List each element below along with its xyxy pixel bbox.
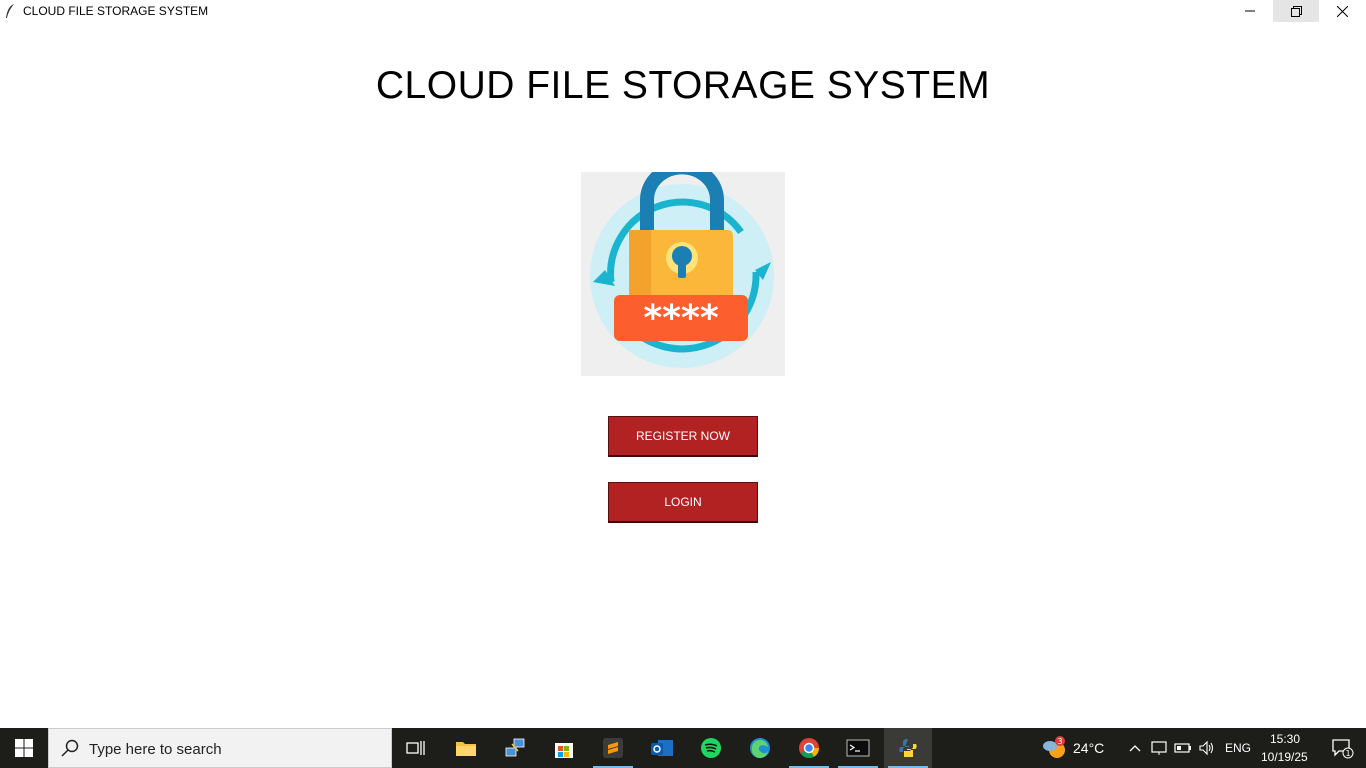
clock-date[interactable]: 10/19/25	[1261, 750, 1308, 764]
restore-button[interactable]	[1273, 0, 1319, 22]
spotify-button[interactable]	[687, 728, 735, 768]
python-app-button[interactable]	[884, 728, 932, 768]
minimize-icon	[1245, 10, 1255, 12]
store-bag-icon	[555, 743, 573, 758]
sublime-text-button[interactable]	[589, 728, 637, 768]
clock-time[interactable]: 15:30	[1270, 732, 1300, 746]
weather-badge-count: 3	[1057, 737, 1062, 746]
task-view-icon	[406, 741, 425, 755]
login-button[interactable]: LOGIN	[608, 482, 758, 523]
password-lock-icon: ****	[590, 160, 774, 368]
battery-icon	[1174, 743, 1191, 753]
outlook-button[interactable]	[638, 728, 686, 768]
outlook-icon	[651, 740, 673, 756]
feather-app-icon	[6, 4, 14, 18]
file-explorer-button[interactable]	[442, 728, 490, 768]
search-icon	[61, 739, 79, 757]
register-now-button[interactable]: REGISTER NOW	[608, 416, 758, 457]
sublime-text-icon	[603, 738, 623, 758]
chrome-button[interactable]	[785, 728, 833, 768]
weather-sun-cloud-icon: 3	[1043, 736, 1065, 758]
speaker-icon	[1199, 740, 1214, 756]
start-button[interactable]	[0, 728, 48, 768]
weather-button[interactable]: 3	[1036, 728, 1072, 768]
terminal-button[interactable]	[834, 728, 882, 768]
close-icon	[1336, 5, 1348, 17]
notification-center-button[interactable]: 1	[1318, 728, 1366, 768]
search-placeholder: Type here to search	[89, 741, 222, 758]
terminal-icon	[846, 739, 870, 757]
spotify-icon	[701, 738, 721, 758]
edge-icon	[750, 738, 770, 759]
microsoft-store-button[interactable]	[540, 728, 588, 768]
restore-icon	[1290, 5, 1302, 17]
page-title: CLOUD FILE STORAGE SYSTEM	[375, 64, 991, 107]
network-computers-icon	[505, 738, 525, 757]
network-status-button[interactable]	[1148, 728, 1170, 768]
temperature-text: 24°C	[1073, 740, 1105, 756]
task-view-button[interactable]	[392, 728, 440, 768]
minimize-button[interactable]	[1227, 0, 1273, 22]
folder-icon	[456, 742, 476, 756]
window-titlebar: CLOUD FILE STORAGE SYSTEM	[0, 0, 1366, 22]
notification-icon: 1	[1332, 739, 1354, 759]
masked-password-text: ****	[643, 298, 718, 339]
close-button[interactable]	[1319, 0, 1365, 22]
taskbar-search-box[interactable]: Type here to search	[48, 728, 392, 768]
python-icon	[899, 739, 917, 757]
show-hidden-icons-button[interactable]	[1124, 728, 1146, 768]
network-app-button[interactable]	[491, 728, 539, 768]
language-indicator[interactable]: ENG	[1225, 741, 1251, 755]
chrome-icon	[799, 738, 820, 758]
chevron-up-icon	[1129, 745, 1141, 752]
edge-button[interactable]	[736, 728, 784, 768]
battery-button[interactable]	[1172, 728, 1194, 768]
windows-logo-icon	[15, 739, 33, 757]
window-title: CLOUD FILE STORAGE SYSTEM	[23, 4, 209, 18]
network-icon	[1151, 741, 1167, 755]
lock-image: ****	[581, 160, 785, 376]
volume-button[interactable]	[1196, 728, 1218, 768]
taskbar: Type here to search 3 24°C ENG 15:30 10/…	[0, 728, 1366, 768]
notification-count: 1	[1345, 749, 1350, 758]
